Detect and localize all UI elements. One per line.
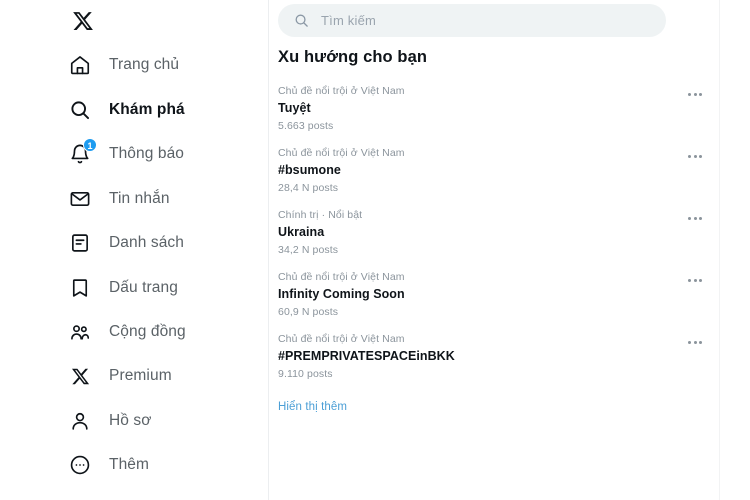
notification-badge: 1 <box>83 138 97 152</box>
search-icon <box>294 13 309 28</box>
ellipsis-icon[interactable] <box>684 271 706 289</box>
explore-content: Xu hướng cho bạn Chủ đề nổi trội ở Việt … <box>269 0 720 500</box>
sidebar-item-label: Danh sách <box>109 234 185 251</box>
ellipsis-icon[interactable] <box>684 209 706 227</box>
x-logo-icon <box>68 364 92 388</box>
trend-post-count: 60,9 N posts <box>278 306 339 318</box>
sidebar-item-1[interactable]: Trang chủ <box>68 46 179 84</box>
trend-category: Chính trị · Nổi bật <box>278 209 363 221</box>
search-icon <box>68 98 92 122</box>
sidebar-item-5[interactable]: Danh sách <box>68 224 184 262</box>
trend-post-count: 5.663 posts <box>278 120 334 132</box>
trend-item[interactable]: Chủ đề nổi trội ở Việt Nam #bsumone 28,4 N… <box>269 140 720 202</box>
x-logo-icon[interactable] <box>68 6 98 36</box>
trend-post-count: 34,2 N posts <box>278 244 339 256</box>
profile-icon <box>68 409 92 433</box>
trend-name: Ukraina <box>278 225 325 239</box>
list-icon <box>68 231 92 255</box>
trend-name: #PREMPRIVATESPACEinBKK <box>278 349 455 363</box>
sidebar-item-label: Thêm <box>109 456 150 473</box>
sidebar-item-4[interactable]: Tin nhắn <box>68 180 170 218</box>
home-icon <box>68 53 92 77</box>
bell-icon: 1 <box>68 138 97 166</box>
trend-category: Chủ đề nổi trội ở Việt Nam <box>278 85 405 97</box>
ellipsis-icon[interactable] <box>684 85 706 103</box>
trend-post-count: 9.110 posts <box>278 368 333 380</box>
sidebar-item-10[interactable]: Thêm <box>68 446 149 484</box>
sidebar-item-6[interactable]: Dấu trang <box>68 269 178 307</box>
search-bar <box>278 4 666 37</box>
trend-item[interactable]: Chính trị · Nổi bật Ukraina 34,2 N posts <box>269 202 720 264</box>
sidebar-item-label: Dấu trang <box>109 279 178 296</box>
sidebar-item-label: Hồ sơ <box>109 412 152 429</box>
envelope-icon <box>68 187 92 211</box>
sidebar-item-label: Premium <box>109 367 172 384</box>
sidebar-item-label: Khám phá <box>109 101 185 118</box>
trend-item[interactable]: Chủ đề nổi trội ở Việt Nam #PREMPRIVATESP… <box>269 326 720 388</box>
communities-icon <box>68 320 92 344</box>
trend-post-count: 28,4 N posts <box>278 182 339 194</box>
sidebar-item-3[interactable]: 1 Thông báo <box>68 135 184 173</box>
ellipsis-icon[interactable] <box>684 333 706 351</box>
search-input[interactable] <box>321 13 621 28</box>
search-field-wrapper[interactable] <box>278 4 666 37</box>
sidebar-item-9[interactable]: Hồ sơ <box>68 402 152 440</box>
sidebar-item-label: Cộng đồng <box>109 323 186 340</box>
sidebar-item-label: Trang chủ <box>109 56 180 73</box>
trend-category: Chủ đề nổi trội ở Việt Nam <box>278 147 405 159</box>
sidebar-item-label: Thông báo <box>109 145 185 162</box>
trend-item[interactable]: Chủ đề nổi trội ở Việt Nam Tuyệt 5.663 pos… <box>269 78 720 140</box>
sidebar-item-2[interactable]: Khám phá <box>68 91 185 129</box>
sidebar-item-8[interactable]: Premium <box>68 357 172 395</box>
main-column: Xu hướng cho bạn Chủ đề nổi trội ở Việt … <box>269 0 750 500</box>
trend-item[interactable]: Chủ đề nổi trội ở Việt Nam Infinity Comin… <box>269 264 720 326</box>
x-explore-page: Trang chủ Khám phá 1 Thông báo Tin nhắn Danh … <box>0 0 750 500</box>
trend-name: Tuyệt <box>278 101 311 115</box>
primary-sidebar: Trang chủ Khám phá 1 Thông báo Tin nhắn Danh … <box>0 0 269 500</box>
ellipsis-icon[interactable] <box>684 147 706 165</box>
trend-category: Chủ đề nổi trội ở Việt Nam <box>278 271 405 283</box>
trend-name: #bsumone <box>278 163 341 177</box>
sidebar-item-7[interactable]: Cộng đồng <box>68 313 186 351</box>
trend-name: Infinity Coming Soon <box>278 287 405 301</box>
bookmark-icon <box>68 276 92 300</box>
more-circle-icon <box>68 453 92 477</box>
trend-category: Chủ đề nổi trội ở Việt Nam <box>278 333 405 345</box>
show-more-link[interactable]: Hiển thị thêm <box>278 401 347 413</box>
page-title: Xu hướng cho bạn <box>278 48 428 66</box>
sidebar-item-label: Tin nhắn <box>109 190 170 207</box>
